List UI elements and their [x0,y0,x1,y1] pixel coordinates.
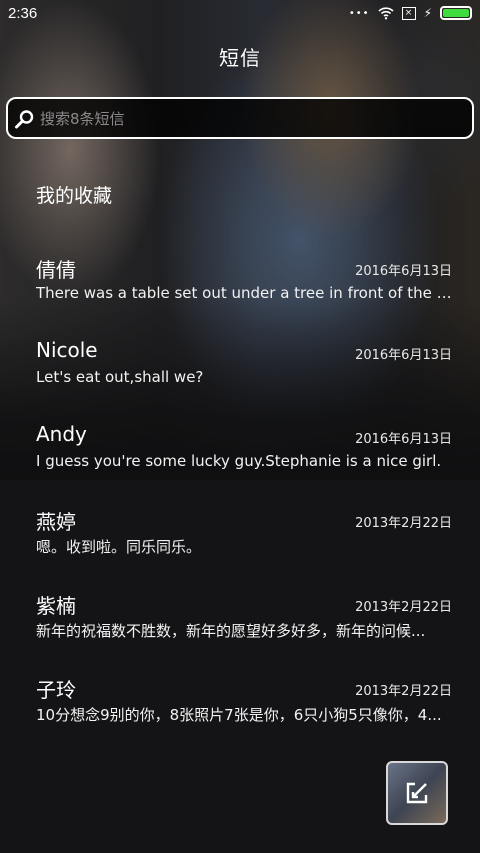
message-date: 2013年2月22日 [355,516,452,531]
status-time: 2:36 [8,5,38,22]
compose-icon [406,782,428,804]
search-icon [15,110,34,129]
message-date: 2016年6月13日 [355,432,452,447]
message-preview: There was a table set out under a tree i… [36,284,452,302]
conversation-item[interactable]: Nicole 2016年6月13日 Let's eat out,shall we… [0,338,480,422]
search-bar[interactable] [6,97,474,139]
compose-button[interactable] [386,761,448,825]
contact-name: Andy [36,422,87,446]
message-preview: I guess you're some lucky guy.Stephanie … [36,452,442,470]
conversation-item[interactable]: 紫楠 2013年2月22日 新年的祝福数不胜数，新年的愿望好多好多，新年的问候.… [0,590,480,674]
message-date: 2013年2月22日 [355,684,452,699]
charging-icon: ⚡ [423,6,432,20]
signal-dots-icon: ••• [348,7,370,19]
contact-name: Nicole [36,338,98,362]
sim-icon: × [401,6,416,20]
favorites-entry[interactable]: 我的收藏 [36,181,112,208]
conversation-item[interactable]: 燕婷 2013年2月22日 嗯。收到啦。同乐同乐。 [0,506,480,590]
contact-name: 倩倩 [36,258,76,282]
conversation-item[interactable]: Andy 2016年6月13日 I guess you're some luck… [0,422,480,506]
message-date: 2016年6月13日 [355,264,452,279]
message-date: 2016年6月13日 [355,348,452,363]
message-preview: 10分想念9别的你，8张照片7张是你，6只小狗5只像你，4... [36,706,442,724]
contact-name: 燕婷 [36,510,76,534]
message-preview: 嗯。收到啦。同乐同乐。 [36,538,202,556]
contact-name: 紫楠 [36,594,76,618]
conversation-item[interactable]: 倩倩 2016年6月13日 There was a table set out … [0,254,480,338]
conversation-item[interactable]: 子玲 2013年2月22日 10分想念9别的你，8张照片7张是你，6只小狗5只像… [0,674,480,758]
message-date: 2013年2月22日 [355,600,452,615]
wifi-icon [378,7,394,20]
search-input[interactable] [38,106,462,132]
status-bar: 2:36 ••• × ⚡ [0,0,480,28]
page-title: 短信 [219,46,261,70]
battery-icon [440,6,472,20]
message-preview: 新年的祝福数不胜数，新年的愿望好多好多，新年的问候... [36,622,426,640]
contact-name: 子玲 [36,678,76,702]
message-preview: Let's eat out,shall we? [36,368,204,386]
